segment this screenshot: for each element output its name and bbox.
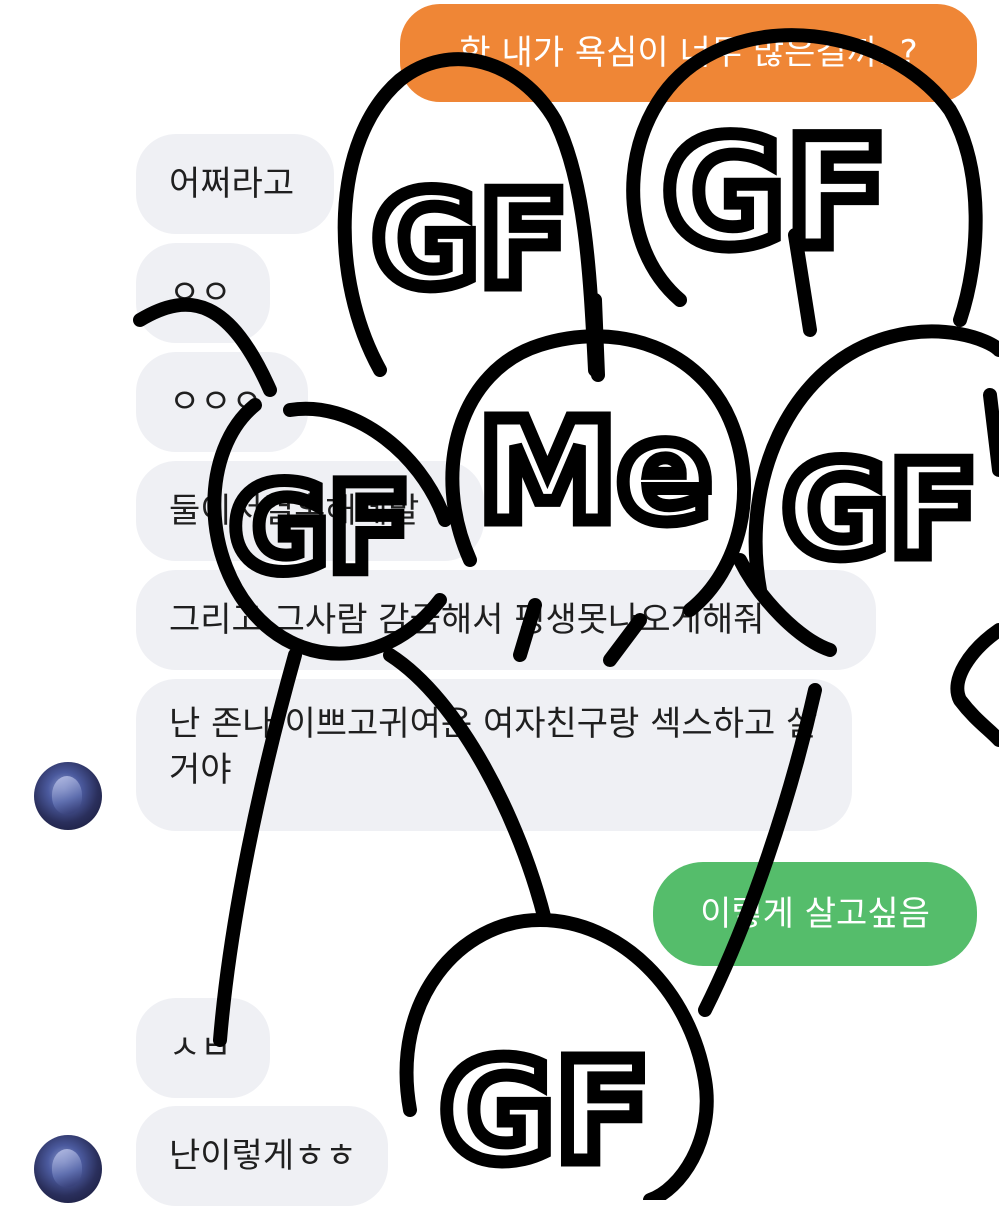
message-text: ㅇㅇㅇ: [169, 382, 263, 422]
received-message[interactable]: ㅇㅇ: [136, 243, 270, 343]
message-text: 이렇게 살고싶음: [700, 894, 930, 934]
received-message[interactable]: 난이렇게ㅎㅎ: [136, 1106, 388, 1206]
doodle-label: Me: [478, 391, 712, 554]
message-text: 그리고 그사람 감금해서 평생못나오게해줘: [169, 600, 765, 640]
doodle-label: GF: [782, 434, 978, 586]
message-text: 어쩌라고: [169, 164, 295, 204]
sent-message-orange[interactable]: 한 내가 욕심이 너무 많은걸까..?: [400, 4, 977, 102]
received-message[interactable]: 어쩌라고: [136, 134, 334, 234]
doodle-label: GF: [372, 164, 568, 316]
sent-message-green[interactable]: 이렇게 살고싶음: [653, 862, 977, 966]
doodle-label: GF: [440, 1031, 651, 1194]
message-text: 한 내가 욕심이 너무 많은걸까..?: [459, 33, 918, 73]
received-message[interactable]: 그리고 그사람 감금해서 평생못나오게해줘: [136, 570, 876, 670]
message-text: ㅇㅇ: [169, 273, 232, 313]
message-text: 난이렇게ㅎㅎ: [169, 1136, 357, 1176]
contact-avatar[interactable]: [34, 762, 102, 830]
received-message[interactable]: 둘이서결혼해제발: [136, 461, 484, 561]
contact-avatar[interactable]: [34, 1135, 102, 1203]
received-message[interactable]: ㅇㅇㅇ: [136, 352, 308, 452]
doodle-label: GF: [662, 107, 888, 281]
received-message[interactable]: 난 존나 이쁘고귀여운 여자친구랑 섹스하고 살거야: [136, 679, 852, 831]
message-text: 둘이서결혼해제발: [169, 491, 420, 531]
message-text: ㅅㅂ: [169, 1028, 232, 1068]
doodle-figure-gf-top-left: GF: [337, 52, 602, 377]
message-text: 난 존나 이쁘고귀여운 여자친구랑 섹스하고 살거야: [169, 704, 818, 790]
received-message[interactable]: ㅅㅂ: [136, 998, 270, 1098]
